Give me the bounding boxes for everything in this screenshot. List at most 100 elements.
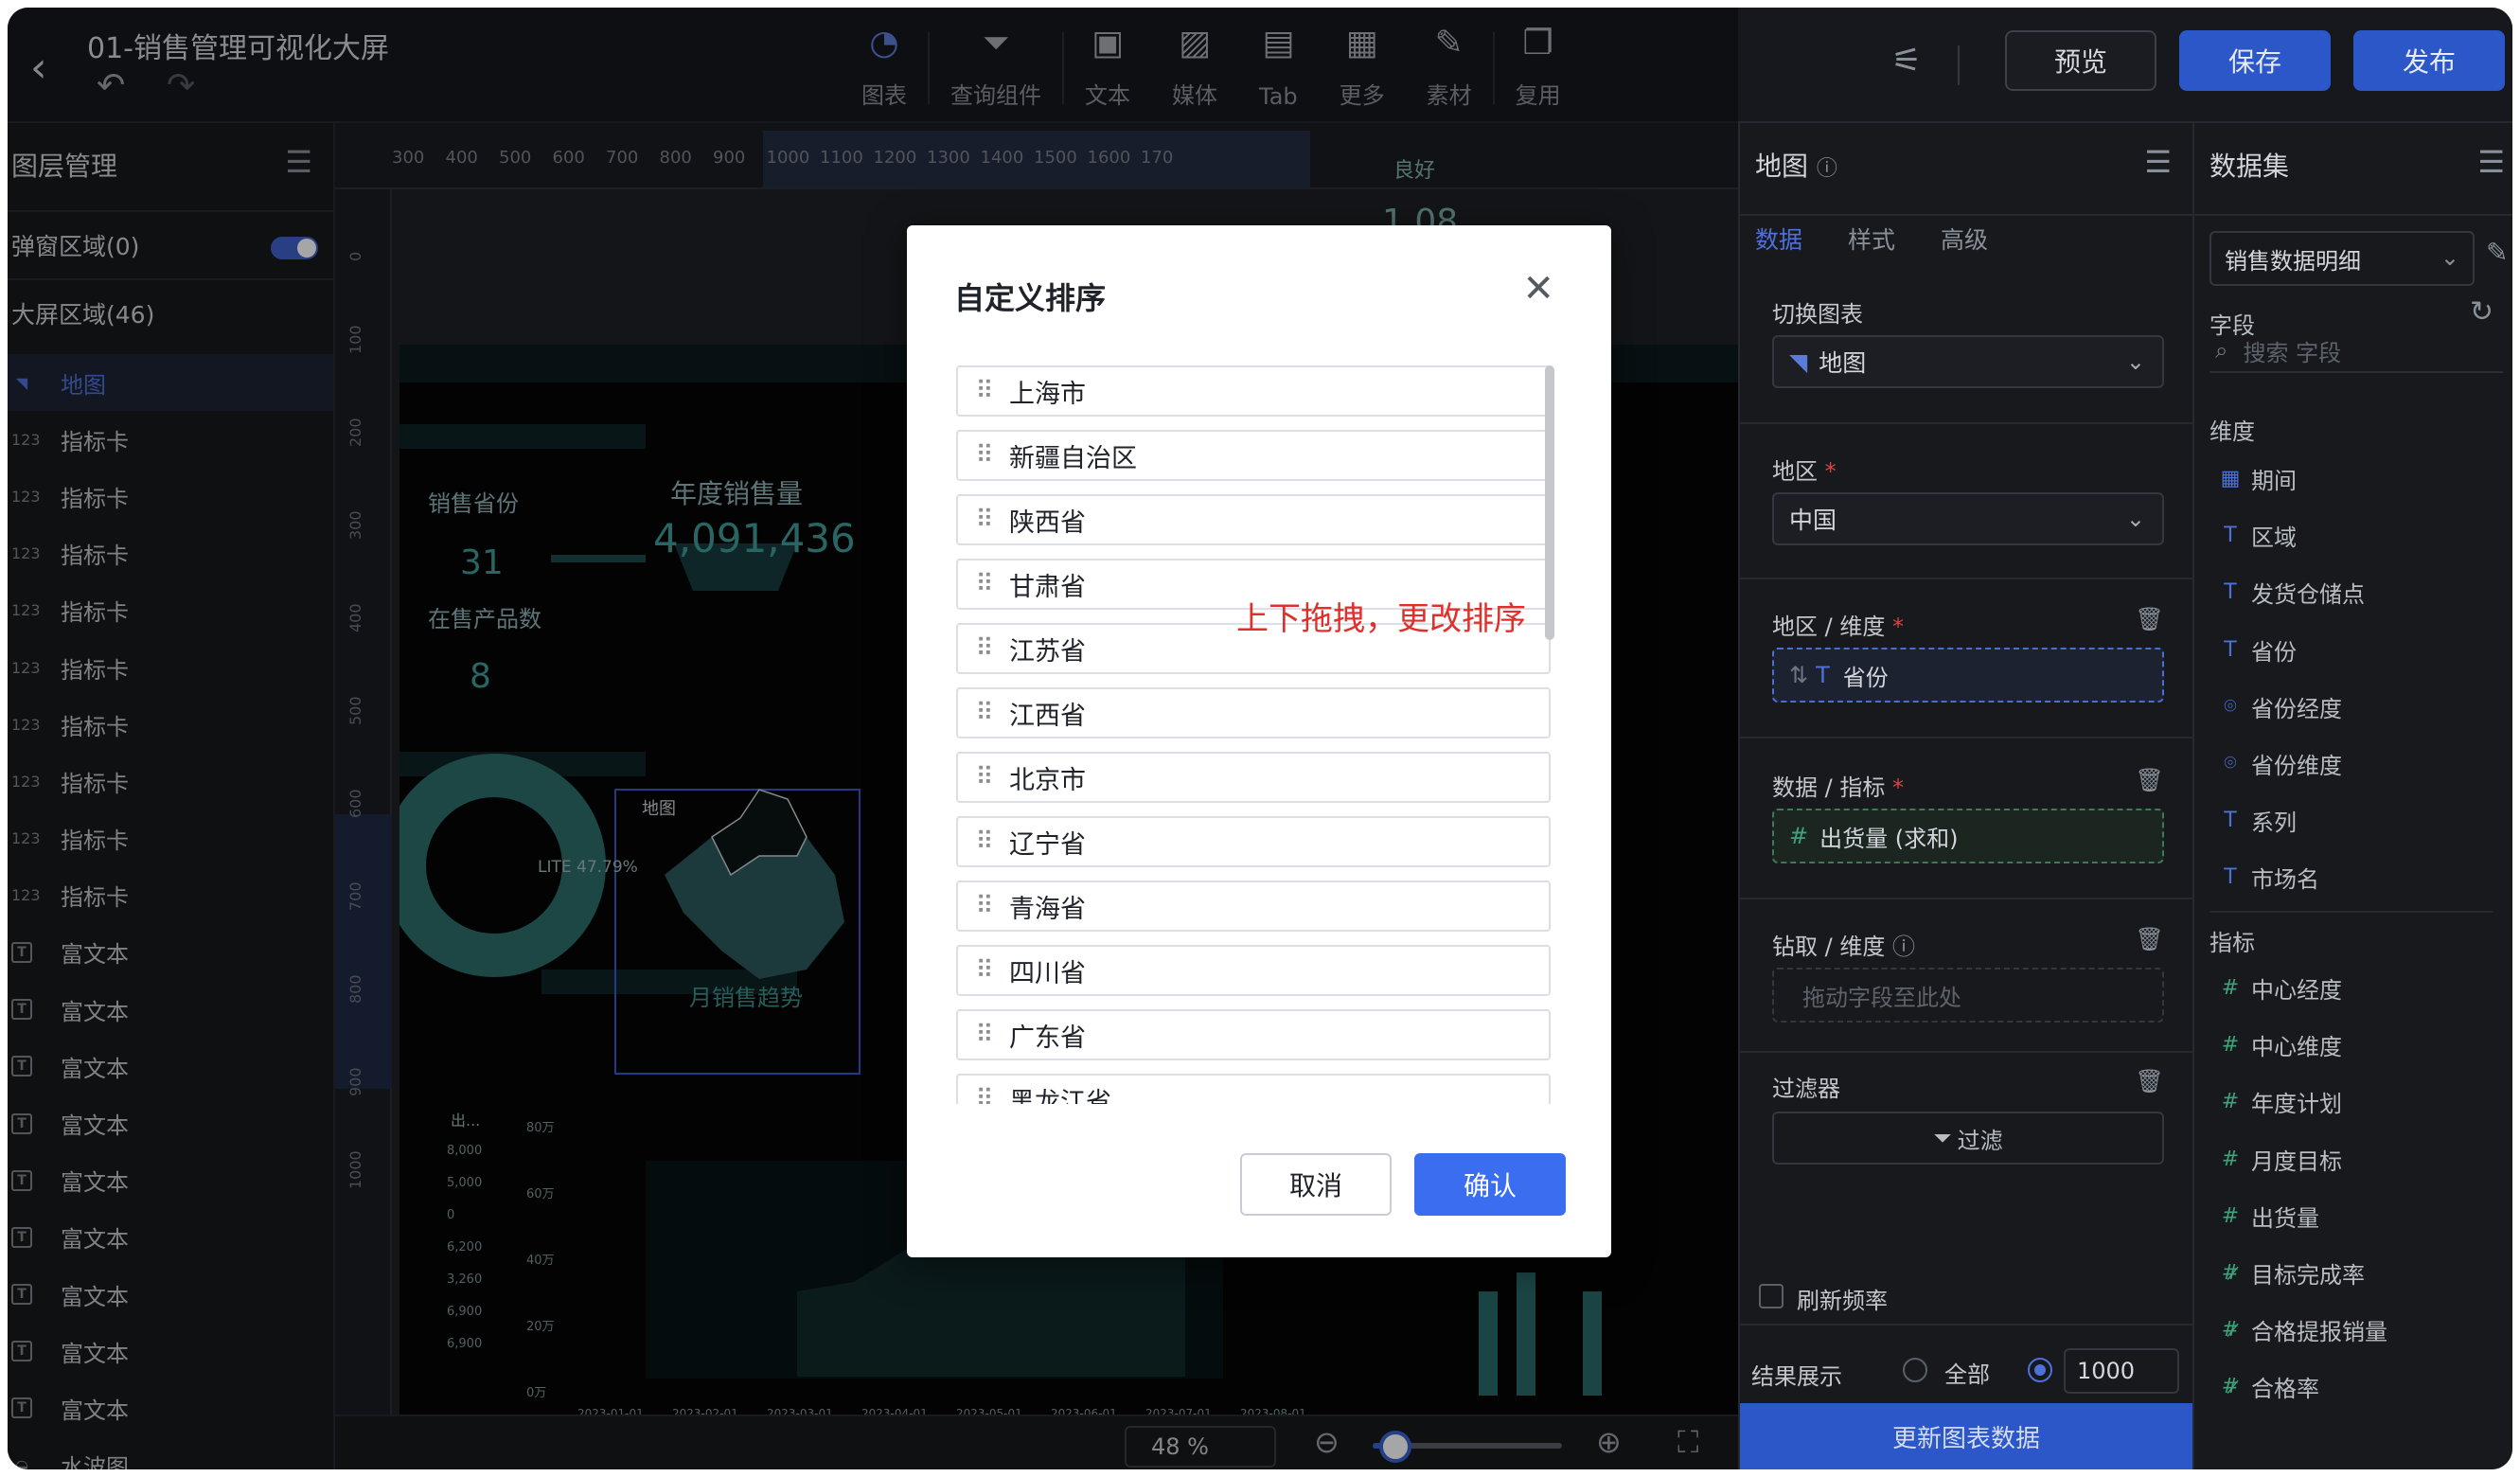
layer-item[interactable]: T 富文本 [8,1152,333,1209]
popup-toggle[interactable] [271,237,318,259]
chart-type-select[interactable]: ◥ 地图 ⌄ [1772,335,2164,388]
info-icon[interactable]: ⓘ [1892,934,1915,960]
layer-item[interactable]: T 富文本 [8,1379,333,1436]
dimension-field[interactable]: T 省份 [2224,633,2297,667]
sort-item[interactable]: ⠿ 江西省 [956,687,1551,738]
metric-field[interactable]: # 年度计划 [2222,1085,2342,1118]
result-limit-input[interactable]: 1000 [2064,1348,2179,1394]
layer-item[interactable]: 123 指标卡 [8,639,333,696]
tool-tab[interactable]: ▤ Tab [1238,25,1319,111]
region-select[interactable]: 中国 ⌄ [1772,492,2164,545]
tab-0[interactable]: 数据 [1755,222,1802,256]
dimension-field[interactable]: ⌾ 省份经度 [2224,690,2342,723]
dimension-field[interactable]: T 区域 [2224,519,2297,552]
zoom-out-icon[interactable]: ⊖ [1314,1424,1340,1460]
drag-handle-icon[interactable]: ⠿ [958,892,1009,920]
metric-field[interactable]: # 月度目标 [2222,1143,2342,1176]
screen-section[interactable]: 大屏区域(46) [8,278,333,347]
collapse-menu-icon[interactable]: ☰ [2477,144,2505,180]
layer-item[interactable]: 123 指标卡 [8,696,333,753]
layer-item[interactable]: 123 指标卡 [8,582,333,639]
metric-field[interactable]: # 出货量 [2222,1200,2319,1233]
sort-item[interactable]: ⠿ 陕西省 [956,494,1551,545]
sort-list-scrollbar[interactable] [1545,365,1554,640]
trash-icon[interactable]: 🗑 [2136,767,2164,793]
layer-item[interactable]: 123 指标卡 [8,411,333,468]
cancel-button[interactable]: 取消 [1240,1153,1392,1216]
dataset-select[interactable]: 销售数据明细 ⌄ [2209,231,2475,286]
tool-copy[interactable]: ❐ 复用 [1495,25,1582,110]
sort-item[interactable]: ⠿ 辽宁省 [956,816,1551,867]
settings-sliders-icon[interactable]: ⚟ [1891,42,1922,80]
field-search-input[interactable]: ⌕ 搜索 字段 [2209,329,2503,373]
tab-2[interactable]: 高级 [1941,222,1988,256]
collapse-menu-icon[interactable]: ☰ [2144,144,2172,180]
dimension-field[interactable]: T 市场名 [2224,861,2319,894]
collapse-menu-icon[interactable]: ☰ [285,144,312,180]
publish-button[interactable]: 发布 [2353,30,2505,91]
layer-item[interactable]: T 富文本 [8,1094,333,1151]
drag-handle-icon[interactable]: ⠿ [958,377,1009,405]
layer-item[interactable]: T 富文本 [8,1323,333,1379]
zoom-input[interactable]: 48 % [1125,1426,1276,1468]
fit-screen-icon[interactable]: ⛶ [1677,1424,1698,1461]
layer-item[interactable]: 123 指标卡 [8,810,333,867]
refresh-icon[interactable]: ↻ [2470,295,2493,329]
metric-field[interactable]: #̷ 合格提报销量 [2222,1313,2387,1346]
save-button[interactable]: 保存 [2179,30,2331,91]
drag-handle-icon[interactable]: ⠿ [958,441,1009,470]
confirm-button[interactable]: 确认 [1414,1153,1566,1216]
refresh-checkbox[interactable] [1759,1284,1784,1308]
tool-pie-chart[interactable]: ◔ 图表 [841,25,928,110]
zoom-in-icon[interactable]: ⊕ [1596,1424,1622,1460]
drag-handle-icon[interactable]: ⠿ [958,634,1009,663]
undo-icon[interactable]: ↶ [97,66,125,105]
trash-icon[interactable]: 🗑 [2136,606,2164,632]
edit-pencil-icon[interactable]: ✎ [2486,237,2508,268]
layer-item[interactable]: T 富文本 [8,981,333,1038]
sort-item[interactable]: ⠿ 上海市 [956,365,1551,417]
sort-item[interactable]: ⠿ 四川省 [956,945,1551,996]
popup-section[interactable]: 弹窗区域(0) [8,210,333,278]
layer-item[interactable]: T 富文本 [8,1266,333,1323]
sort-item[interactable]: ⠿ 黑龙江省 [956,1074,1551,1104]
drag-handle-icon[interactable]: ⠿ [958,570,1009,598]
dimension-field[interactable]: ▦ 期间 [2221,462,2297,495]
drag-handle-icon[interactable]: ⠿ [958,827,1009,856]
layer-item[interactable]: ◥ 地图 [8,354,333,412]
layer-item[interactable]: T 富文本 [8,1209,333,1266]
tab-1[interactable]: 样式 [1848,222,1895,256]
close-icon[interactable]: ✕ [1522,267,1554,311]
sort-item[interactable]: ⠿ 北京市 [956,752,1551,803]
dimension-field[interactable]: T 发货仓储点 [2224,576,2365,609]
tool-image[interactable]: ▨ 媒体 [1151,25,1238,110]
layer-item[interactable]: 123 指标卡 [8,867,333,924]
layer-item[interactable]: 123 指标卡 [8,468,333,525]
layer-item[interactable]: ◒ 水波图 [8,1437,333,1469]
sort-item[interactable]: ⠿ 广东省 [956,1009,1551,1060]
trash-icon[interactable]: 🗑 [2136,926,2164,952]
metric-field[interactable]: # 中心经度 [2222,971,2342,1005]
dimension-field[interactable]: T 系列 [2224,804,2297,837]
dimension-field-chip[interactable]: ⇅ T 省份 [1772,648,2164,703]
metric-field[interactable]: #̷ 目标完成率 [2222,1256,2365,1290]
tool-grid[interactable]: ▦ 更多 [1319,25,1406,110]
result-all-radio[interactable] [1903,1358,1927,1382]
layer-item[interactable]: T 富文本 [8,924,333,981]
layer-item[interactable]: 123 指标卡 [8,753,333,810]
metric-field[interactable]: # 中心维度 [2222,1028,2342,1061]
drag-handle-icon[interactable]: ⠿ [958,956,1009,985]
back-arrow-icon[interactable]: ‹ [30,44,47,92]
sort-item[interactable]: ⠿ 新疆自治区 [956,430,1551,481]
layer-item[interactable]: 123 指标卡 [8,525,333,582]
preview-button[interactable]: 预览 [2005,30,2156,91]
result-limit-radio[interactable] [2028,1358,2052,1382]
info-icon[interactable]: ⓘ [1817,157,1837,181]
drag-handle-icon[interactable]: ⠿ [958,699,1009,727]
tool-funnel[interactable]: ⏷ 查询组件 [930,25,1062,110]
dimension-field[interactable]: ⌾ 省份维度 [2224,747,2342,780]
zoom-slider-handle[interactable] [1379,1431,1411,1463]
metric-field-chip[interactable]: # 出货量 (求和) [1772,809,2164,863]
drag-handle-icon[interactable]: ⠿ [958,1021,1009,1049]
drag-handle-icon[interactable]: ⠿ [958,763,1009,792]
